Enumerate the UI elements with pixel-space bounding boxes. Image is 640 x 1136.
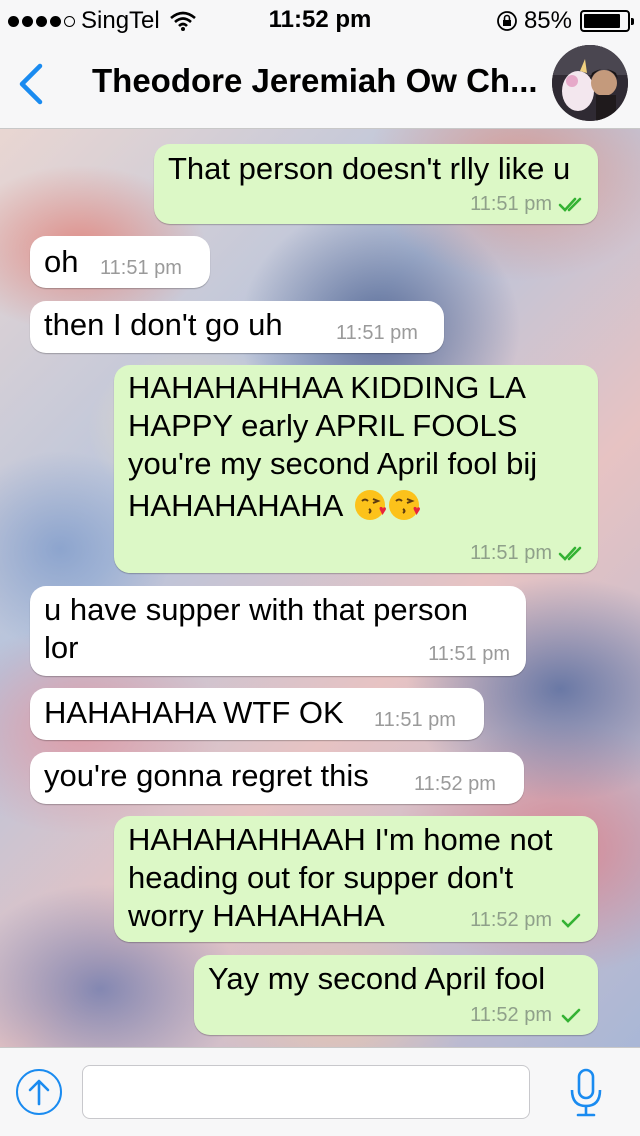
message-meta: 11:52 pm [414,774,496,794]
chat-header: Theodore Jeremiah Ow Ch... [0,40,640,129]
status-bar: SingTel 11:52 pm 85% [0,0,640,40]
message-time: 11:51 pm [100,257,182,279]
message-bubble-incoming[interactable]: HAHAHAHA WTF OK 11:51 pm [30,688,484,740]
message-bubble-outgoing[interactable]: Yay my second April fool 11:52 pm [194,955,598,1035]
message-bubble-incoming[interactable]: oh 11:51 pm [30,236,210,288]
message-bubble-outgoing[interactable]: That person doesn't rlly like u 11:51 pm [154,144,598,224]
battery-percent: 85% [523,7,572,34]
upload-arrow-icon [28,1079,50,1106]
check-icon [561,913,581,928]
message-input-bar [0,1047,640,1136]
kissing-face-heart-emoji [389,490,421,520]
battery-fill [584,14,620,28]
message-bubble-incoming[interactable]: you're gonna regret this 11:52 pm [30,752,524,804]
message-meta: 11:51 pm [428,644,510,664]
message-line: heading out for supper don't [128,860,514,895]
message-meta: 11:51 pm [336,323,418,343]
message-line: HAPPY early APRIL FOOLS [128,408,518,443]
message-line-last: HAHAHAHAHA [128,487,537,525]
message-bubble-outgoing[interactable]: HAHAHAHHAA KIDDING LA HAPPY early APRIL … [114,365,598,573]
check-icon [561,1008,581,1023]
message-text: u have supper with that person lor [44,591,468,667]
chevron-left-icon[interactable] [14,62,48,106]
message-text: That person doesn't rlly like u [168,151,571,186]
message-time: 11:52 pm [414,773,496,795]
message-text: Yay my second April fool [208,961,546,996]
message-line: u have supper with that person [44,592,468,627]
message-meta: 11:51 pm [100,258,182,278]
message-line: HAHAHAHHAA KIDDING LA [128,370,526,405]
message-text: HAHAHAHHAA KIDDING LA HAPPY early APRIL … [128,369,537,525]
contact-name[interactable]: Theodore Jeremiah Ow Ch... [92,62,544,100]
message-time: 11:51 pm [336,322,418,344]
message-text: HAHAHAHA WTF OK [44,695,344,730]
chat-messages: That person doesn't rlly like u 11:51 pm… [0,129,640,1047]
status-right: 85% [496,7,634,35]
message-meta: 11:52 pm [470,1005,586,1025]
double-check-icon [558,197,582,212]
message-time: 11:51 pm [470,542,552,564]
microphone-icon[interactable] [568,1068,604,1118]
message-meta: 11:52 pm [470,910,586,930]
message-time: 11:51 pm [470,193,552,215]
message-time: 11:51 pm [374,709,456,731]
message-text: then I don't go uh [44,307,283,342]
message-line: lor [44,630,79,665]
orientation-lock-icon [497,11,517,31]
double-check-icon [558,546,582,561]
message-line: you're my second April fool bij [128,446,538,481]
message-time: 11:52 pm [470,909,552,931]
message-bubble-incoming[interactable]: u have supper with that person lor 11:51… [30,586,526,676]
avatar-photo-icon [552,45,628,121]
message-time: 11:51 pm [428,643,510,665]
message-input[interactable] [82,1065,530,1119]
battery-icon [580,10,634,32]
message-meta: 11:51 pm [470,543,586,563]
attach-button[interactable] [16,1069,62,1115]
message-text: you're gonna regret this [44,758,369,793]
kissing-face-heart-emoji [355,490,387,520]
message-text: oh [44,244,79,279]
message-time: 11:52 pm [470,1004,552,1026]
message-line: HAHAHAHAHA [128,488,342,523]
message-bubble-incoming[interactable]: then I don't go uh 11:51 pm [30,301,444,353]
message-meta: 11:51 pm [374,710,456,730]
message-meta: 11:51 pm [470,194,586,214]
contact-avatar[interactable] [552,45,628,121]
message-bubble-outgoing[interactable]: HAHAHAHHAAH I'm home not heading out for… [114,816,598,942]
message-line: HAHAHAHHAAH I'm home not [128,822,553,857]
